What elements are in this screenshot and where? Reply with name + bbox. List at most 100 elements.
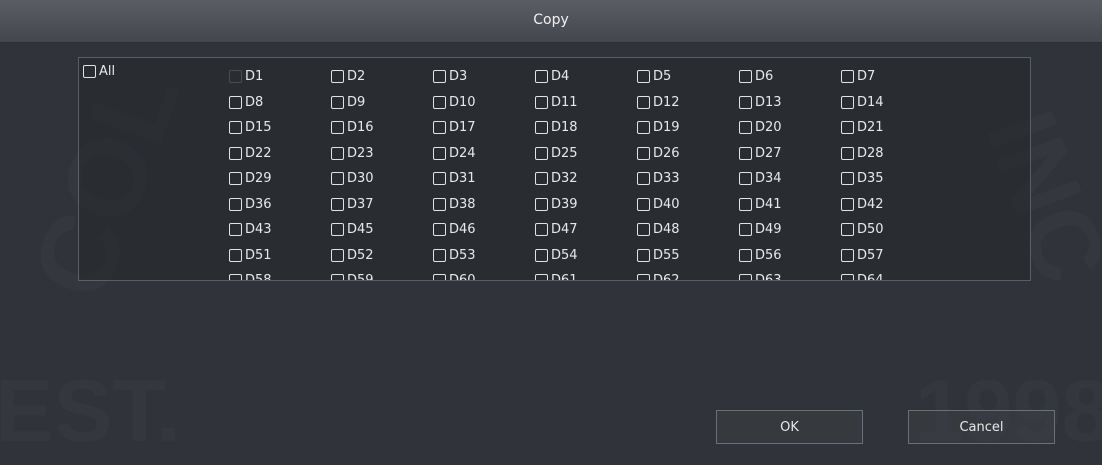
channel-checkbox-d47[interactable]: D47 [535,217,637,243]
checkbox-icon [841,146,854,160]
channel-checkbox-d41[interactable]: D41 [739,192,841,218]
channel-checkbox-d2[interactable]: D2 [331,64,433,90]
channel-checkbox-d10[interactable]: D10 [433,90,535,116]
channel-label: D62 [653,273,680,281]
channel-checkbox-d60[interactable]: D60 [433,268,535,281]
channel-checkbox-d31[interactable]: D31 [433,166,535,192]
channel-checkbox-d50[interactable]: D50 [841,217,943,243]
channel-checkbox-d12[interactable]: D12 [637,90,739,116]
channel-checkbox-d9[interactable]: D9 [331,90,433,116]
channel-checkbox-d15[interactable]: D15 [229,115,331,141]
channel-checkbox-d17[interactable]: D17 [433,115,535,141]
checkbox-icon [535,197,548,211]
dialog-title: Copy [533,12,569,28]
channel-checkbox-d33[interactable]: D33 [637,166,739,192]
channel-checkbox-d38[interactable]: D38 [433,192,535,218]
channel-checkbox-d64[interactable]: D64 [841,268,943,280]
channel-checkbox-d45[interactable]: D45 [331,217,433,243]
checkbox-icon [637,248,650,262]
channel-label: D57 [857,247,884,263]
channel-checkbox-d35[interactable]: D35 [841,166,943,192]
channel-checkbox-d63[interactable]: D63 [739,268,841,280]
channel-checkbox-d48[interactable]: D48 [637,217,739,243]
checkbox-icon [229,172,242,186]
channel-checkbox-d57[interactable]: D57 [841,243,943,269]
checkbox-icon [229,223,242,237]
channel-checkbox-d24[interactable]: D24 [433,141,535,167]
channel-checkbox-d22[interactable]: D22 [229,141,331,167]
channel-checkbox-d39[interactable]: D39 [535,192,637,218]
channel-checkbox-d25[interactable]: D25 [535,141,637,167]
channel-checkbox-d23[interactable]: D23 [331,141,433,167]
channel-checkbox-d14[interactable]: D14 [841,90,943,116]
channel-checkbox-d7[interactable]: D7 [841,64,943,90]
channel-label: D10 [449,94,476,110]
channel-checkbox-d16[interactable]: D16 [331,115,433,141]
channel-checkbox-d5[interactable]: D5 [637,64,739,90]
channel-checkbox-d49[interactable]: D49 [739,217,841,243]
channel-label: D4 [551,69,570,85]
channel-checkbox-d18[interactable]: D18 [535,115,637,141]
channel-label: D60 [449,273,476,281]
channel-checkbox-d58[interactable]: D58 [229,268,331,280]
channel-list-panel[interactable]: All D1 D2 D3 D4 D5 D6 D7 D8 D9 D10 D11 D12 D13 D14 D15… [78,57,1031,281]
channel-checkbox-d3[interactable]: D3 [433,64,535,90]
channel-checkbox-d59[interactable]: D59 [331,268,433,280]
channel-checkbox-d51[interactable]: D51 [229,243,331,269]
channel-checkbox-d53[interactable]: D53 [433,243,535,269]
channel-checkbox-d43[interactable]: D43 [229,217,331,243]
channel-label: D35 [857,171,884,187]
channel-checkbox-d4[interactable]: D4 [535,64,637,90]
channel-checkbox-d32[interactable]: D32 [535,166,637,192]
channel-checkbox-d28[interactable]: D28 [841,141,943,167]
checkbox-icon [331,197,344,211]
checkbox-icon [331,121,344,135]
channel-checkbox-d19[interactable]: D19 [637,115,739,141]
channel-label: D46 [449,222,476,238]
channel-checkbox-d29[interactable]: D29 [229,166,331,192]
channel-checkbox-d27[interactable]: D27 [739,141,841,167]
dialog-titlebar: Copy [0,0,1102,43]
channel-checkbox-d61[interactable]: D61 [535,268,637,280]
ok-button[interactable]: OK [716,410,863,444]
checkbox-icon [535,121,548,135]
channel-label: D52 [347,247,374,263]
channel-checkbox-d62[interactable]: D62 [637,268,739,281]
channel-checkbox-d11[interactable]: D11 [535,90,637,116]
channel-label: D50 [857,222,884,238]
channel-label: D22 [245,145,272,161]
channel-checkbox-d54[interactable]: D54 [535,243,637,269]
channel-label: D39 [551,196,578,212]
cancel-button[interactable]: Cancel [908,410,1055,444]
channel-label: D33 [653,171,680,187]
channel-label: D28 [857,145,884,161]
channel-checkbox-d6[interactable]: D6 [739,64,841,90]
channel-checkbox-d55[interactable]: D55 [637,243,739,269]
checkbox-icon [637,70,650,84]
channel-checkbox-d42[interactable]: D42 [841,192,943,218]
channel-checkbox-d46[interactable]: D46 [433,217,535,243]
channel-label: D42 [857,196,884,212]
checkbox-icon [535,223,548,237]
channel-label: D18 [551,120,578,136]
channel-label: D55 [653,247,680,263]
channel-checkbox-d13[interactable]: D13 [739,90,841,116]
channel-checkbox-d30[interactable]: D30 [331,166,433,192]
channel-checkbox-d37[interactable]: D37 [331,192,433,218]
channel-label: D2 [347,69,366,85]
channel-checkbox-d20[interactable]: D20 [739,115,841,141]
checkbox-icon [841,172,854,186]
channel-label: D53 [449,247,476,263]
channel-checkbox-d8[interactable]: D8 [229,90,331,116]
channel-checkbox-d56[interactable]: D56 [739,243,841,269]
channel-checkbox-d1[interactable]: D1 [229,64,331,90]
channel-checkbox-d40[interactable]: D40 [637,192,739,218]
channel-checkbox-d34[interactable]: D34 [739,166,841,192]
channel-label: D31 [449,171,476,187]
channel-checkbox-d26[interactable]: D26 [637,141,739,167]
channel-checkbox-d21[interactable]: D21 [841,115,943,141]
channel-checkbox-d52[interactable]: D52 [331,243,433,269]
select-all-checkbox[interactable]: All [83,64,115,79]
checkbox-icon [229,95,242,109]
channel-checkbox-d36[interactable]: D36 [229,192,331,218]
